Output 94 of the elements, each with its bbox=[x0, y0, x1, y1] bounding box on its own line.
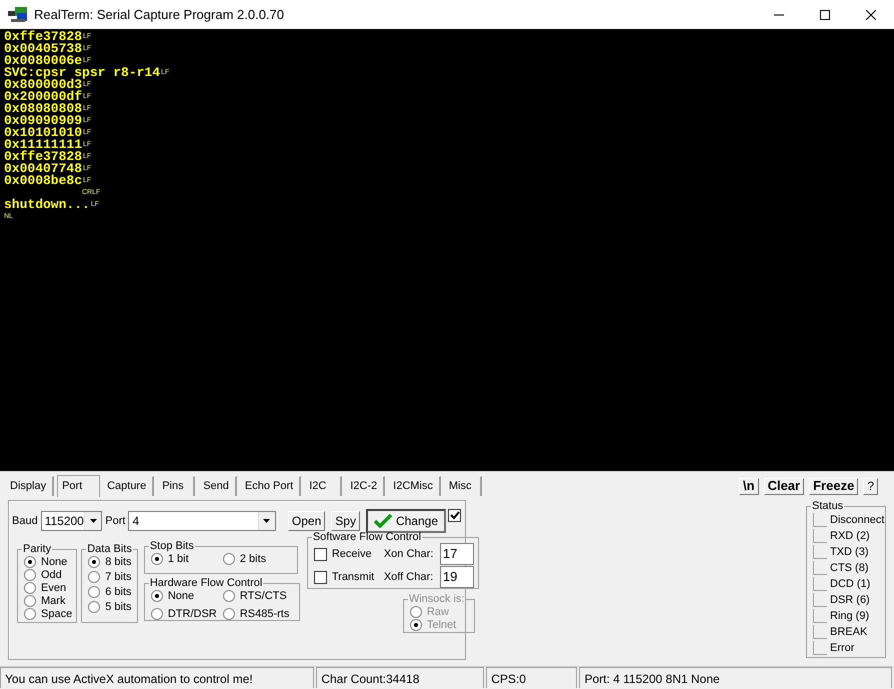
radio-button[interactable] bbox=[24, 608, 36, 620]
tab[interactable]: Port bbox=[57, 475, 100, 497]
status-label: DSR (6) bbox=[830, 594, 870, 606]
terminal-line: 0x09090909 bbox=[4, 115, 82, 127]
terminal-line: 0xffe37828 bbox=[4, 31, 82, 43]
status-bar-pane: Char Count:34418 bbox=[316, 667, 484, 688]
checkmark-icon bbox=[374, 514, 392, 528]
radio-label: Even bbox=[41, 582, 66, 594]
baud-label: Baud bbox=[12, 515, 38, 527]
radio-label: Mark bbox=[41, 594, 66, 606]
terminal-line: shutdown... bbox=[4, 199, 90, 211]
toolbar-button[interactable]: \n bbox=[739, 478, 759, 494]
status-label: DCD (1) bbox=[830, 578, 870, 590]
radio-button[interactable] bbox=[222, 608, 235, 620]
radio-button[interactable] bbox=[24, 594, 36, 606]
status-label: RXD (2) bbox=[830, 530, 870, 542]
port-dropdown[interactable]: 4 bbox=[128, 511, 276, 531]
group-label: Status bbox=[811, 500, 844, 512]
status-bar-pane: CPS:0 bbox=[486, 667, 578, 688]
terminal-line: 0xffe37828 bbox=[4, 151, 82, 163]
field-label: Xoff Char: bbox=[384, 571, 434, 583]
checkbox[interactable] bbox=[448, 509, 461, 522]
radio-label: DTR/DSR bbox=[168, 608, 217, 620]
status-label: TXD (3) bbox=[830, 546, 868, 558]
group-label: Winsock is: bbox=[408, 593, 466, 605]
radio-button[interactable] bbox=[88, 556, 100, 568]
toolbar-button[interactable]: ? bbox=[863, 478, 878, 494]
radio-label: Odd bbox=[41, 568, 62, 580]
input-field[interactable]: 17 bbox=[440, 543, 474, 565]
port-button[interactable]: Spy bbox=[331, 511, 360, 531]
terminal-line: 0x00405738 bbox=[4, 43, 82, 55]
radio-label: None bbox=[168, 590, 194, 602]
radio-button[interactable] bbox=[150, 590, 163, 602]
checkbox[interactable] bbox=[314, 548, 327, 560]
group-label: Software Flow Control bbox=[312, 531, 422, 543]
radio-label: None bbox=[41, 556, 68, 568]
status-label: Ring (9) bbox=[830, 610, 870, 622]
radio-label: 2 bits bbox=[240, 552, 266, 564]
toolbar-button[interactable]: Freeze bbox=[809, 478, 858, 494]
toolbar-button[interactable]: Clear bbox=[764, 478, 804, 494]
checkbox-label: Receive bbox=[332, 548, 373, 560]
terminal-line: 0x0008be8c bbox=[4, 175, 82, 187]
status-label: Disconnect bbox=[830, 514, 884, 526]
input-field[interactable]: 19 bbox=[440, 566, 474, 588]
radio-label: 5 bits bbox=[105, 600, 132, 612]
terminal-line: 0x0080006e bbox=[4, 55, 82, 67]
port-label: Port bbox=[105, 515, 126, 527]
radio-button[interactable] bbox=[88, 570, 100, 582]
terminal-line: 0x200000df bbox=[4, 91, 82, 103]
dropdown-arrow-icon bbox=[263, 519, 270, 523]
terminal-line: 0x08080808 bbox=[4, 103, 82, 115]
radio-label: RS485-rts bbox=[240, 608, 290, 620]
baud-dropdown[interactable]: 115200 bbox=[40, 511, 102, 531]
terminal-line: 0x800000d3 bbox=[4, 79, 82, 91]
status-label: BREAK bbox=[830, 626, 868, 638]
group-label: Hardware Flow Control bbox=[148, 577, 264, 589]
dropdown-arrow-icon bbox=[90, 519, 97, 523]
status-bar-pane: Port: 4 115200 8N1 None bbox=[579, 667, 892, 688]
terminal-line: SVC:cpsr spsr r8-r14 bbox=[4, 67, 160, 79]
terminal-line: 0x10101010 bbox=[4, 127, 82, 139]
checkbox[interactable] bbox=[314, 570, 327, 584]
group-label: Parity bbox=[22, 543, 52, 555]
radio-button[interactable] bbox=[24, 556, 36, 568]
radio-button[interactable] bbox=[24, 582, 36, 594]
window-title: RealTerm: Serial Capture Program 2.0.0.70 bbox=[34, 7, 286, 22]
radio-label: 6 bits bbox=[105, 586, 132, 598]
group-label: Stop Bits bbox=[148, 540, 195, 552]
radio-button[interactable] bbox=[24, 568, 36, 580]
status-label: Error bbox=[830, 642, 854, 654]
status-label: CTS (8) bbox=[830, 562, 868, 574]
radio-label: RTS/CTS bbox=[240, 590, 287, 602]
checkbox-label: Transmit bbox=[332, 571, 376, 583]
radio-button[interactable] bbox=[150, 608, 163, 620]
app-icon bbox=[8, 6, 28, 22]
terminal-line: 0x00407748 bbox=[4, 163, 82, 175]
port-button[interactable]: Change bbox=[366, 509, 446, 533]
radio-button[interactable] bbox=[150, 552, 163, 564]
maximize-icon bbox=[820, 10, 830, 20]
radio-button[interactable] bbox=[222, 590, 235, 602]
radio-label: 8 bits bbox=[105, 556, 132, 568]
radio-label: 7 bits bbox=[105, 570, 132, 582]
radio-button[interactable] bbox=[222, 552, 235, 564]
terminal-line: 0x11111111 bbox=[4, 139, 82, 151]
radio-label: Raw bbox=[426, 606, 449, 618]
radio-label: 1 bit bbox=[168, 552, 189, 564]
radio-button[interactable] bbox=[88, 586, 100, 598]
radio-label: Telnet bbox=[426, 618, 456, 630]
status-bar-pane: You can use ActiveX automation to control me! bbox=[0, 667, 314, 688]
port-button[interactable]: Open bbox=[288, 511, 326, 531]
group-label: Data Bits bbox=[86, 543, 133, 555]
close-icon bbox=[866, 10, 876, 20]
radio-button[interactable] bbox=[88, 600, 100, 612]
radio-label: Space bbox=[41, 608, 72, 620]
field-label: Xon Char: bbox=[384, 548, 434, 560]
